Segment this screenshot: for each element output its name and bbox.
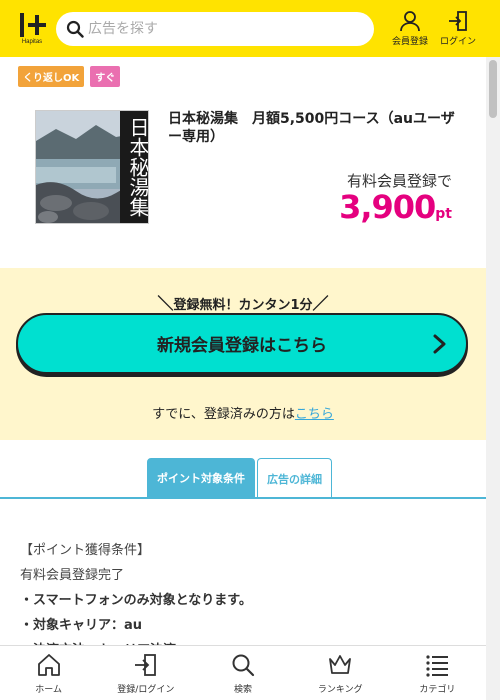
tag-list: くり返しOK すぐ [18,66,121,87]
points-unit: pt [435,206,452,222]
slash-right: ／ [312,294,329,313]
point-amount: 3,900pt [339,188,452,226]
login-icon [134,654,156,676]
detail-tabs: ポイント対象条件 広告の詳細 [147,458,332,498]
user-icon [400,11,420,32]
login-button[interactable]: ログイン [436,10,480,47]
chevron-right-icon [433,334,446,354]
already-registered: すでに、登録済みの方はこちら [152,407,334,422]
tab-point-conditions[interactable]: ポイント対象条件 [147,458,255,498]
condition-line: ・スマートフォンのみ対象となります。 [20,593,252,608]
condition-line: ・対象キャリア：au [20,618,143,633]
condition-line: 【ポイント獲得条件】 [20,543,151,558]
signup-button[interactable]: 新規会員登録はこちら [16,313,468,374]
search-icon [66,20,84,38]
search-box[interactable] [56,11,374,46]
header: Hapitas 会員登録 ログイン [0,0,500,57]
search-icon [232,654,255,677]
logo-mark [17,12,47,37]
login-icon [449,11,467,31]
scrollbar[interactable] [486,57,500,700]
nav-ranking[interactable]: ランキング [292,646,389,700]
tag-instant: すぐ [90,66,121,87]
register-label: 会員登録 [391,37,428,47]
login-label: ログイン [439,37,476,47]
list-icon [426,655,449,677]
nav-register-login[interactable]: 登録/ログイン [97,646,194,700]
scrollbar-thumb[interactable] [489,60,497,118]
product-image-title: 日本秘湯集 [126,117,149,217]
hapitas-logo[interactable]: Hapitas [10,12,54,45]
register-button[interactable]: 会員登録 [387,10,433,47]
signup-note: ＼登録無料！カンタン1分／ [157,294,329,313]
tab-ad-details[interactable]: 広告の詳細 [257,458,332,498]
tag-repeat-ok: くり返しOK [18,66,85,87]
home-icon [37,654,60,676]
signup-button-label: 新規会員登録はこちら [157,336,327,356]
bottom-nav: ホーム 登録/ログイン 検索 ランキング カテゴリ [0,645,486,700]
product-title: 日本秘湯集 月額5,500円コース（auユーザー専用） [168,111,455,145]
logo-text: Hapitas [21,38,43,45]
search-input[interactable] [88,20,358,37]
condition-line: 有料会員登録完了 [20,568,125,583]
product-image: 日本秘湯集 [35,110,149,224]
nav-home[interactable]: ホーム [0,646,97,700]
tab-underline [0,497,486,499]
crown-icon [329,655,352,674]
already-registered-link[interactable]: こちら [295,407,334,422]
slash-left: ＼ [157,294,174,313]
nav-search[interactable]: 検索 [194,646,291,700]
nav-category[interactable]: カテゴリ [389,646,486,700]
points-value: 3,900 [339,188,436,226]
